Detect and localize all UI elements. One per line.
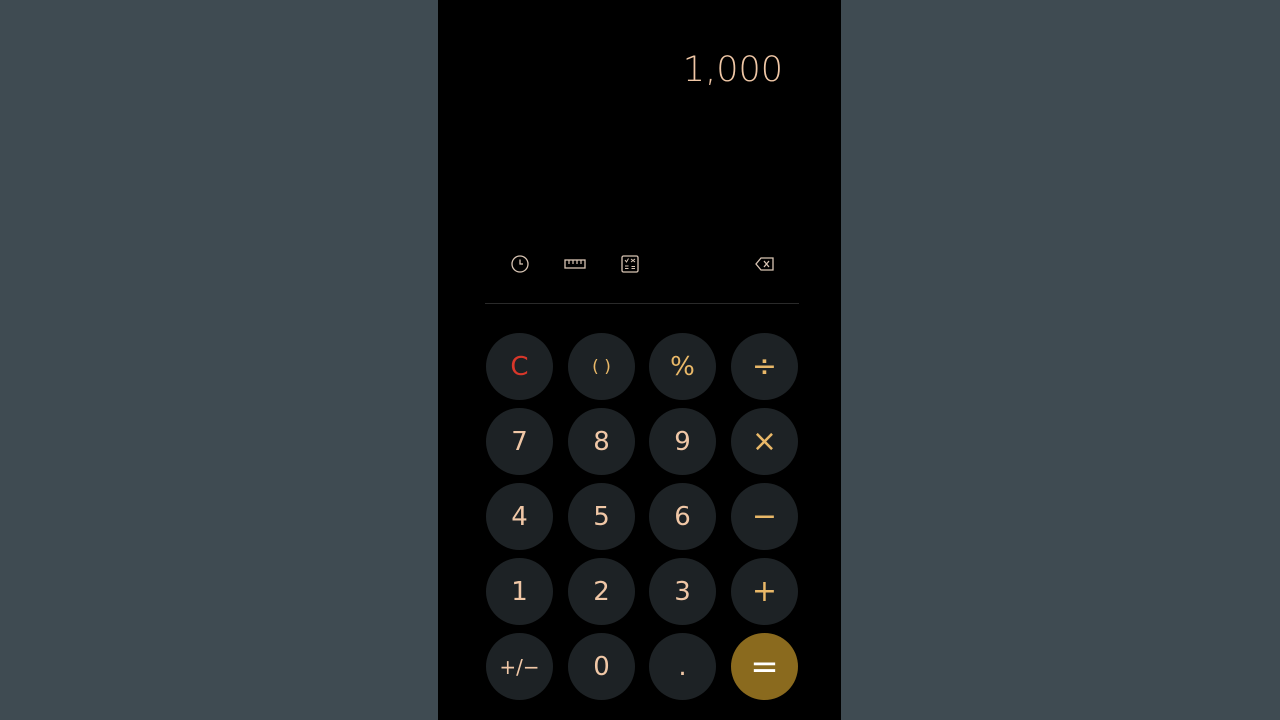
- ruler-icon[interactable]: [563, 252, 587, 276]
- digit-6-button[interactable]: 6: [649, 483, 716, 550]
- result-display: 1,000: [682, 50, 783, 90]
- subtract-button[interactable]: −: [731, 483, 798, 550]
- equals-button[interactable]: =: [731, 633, 798, 700]
- digit-7-button[interactable]: 7: [486, 408, 553, 475]
- add-button[interactable]: +: [731, 558, 798, 625]
- digit-9-button[interactable]: 9: [649, 408, 716, 475]
- calculator-toolbar: [438, 250, 841, 278]
- digit-2-button[interactable]: 2: [568, 558, 635, 625]
- digit-3-button[interactable]: 3: [649, 558, 716, 625]
- digit-4-button[interactable]: 4: [486, 483, 553, 550]
- decimal-point-button[interactable]: .: [649, 633, 716, 700]
- clock-icon[interactable]: [508, 252, 532, 276]
- digit-1-button[interactable]: 1: [486, 558, 553, 625]
- right-backdrop: [841, 0, 1280, 720]
- digit-5-button[interactable]: 5: [568, 483, 635, 550]
- parentheses-button[interactable]: ( ): [568, 333, 635, 400]
- toolbar-divider: [485, 303, 799, 304]
- divide-button[interactable]: ÷: [731, 333, 798, 400]
- digit-8-button[interactable]: 8: [568, 408, 635, 475]
- clear-button[interactable]: C: [486, 333, 553, 400]
- scientific-calc-icon[interactable]: [618, 252, 642, 276]
- sign-toggle-button[interactable]: +/−: [486, 633, 553, 700]
- left-backdrop: [0, 0, 438, 720]
- percent-button[interactable]: %: [649, 333, 716, 400]
- backspace-icon[interactable]: [753, 252, 777, 276]
- calculator-app: 1,000 C ( ) % ÷ 7 8 9 × 4 5 6 − 1 2 3 + …: [438, 0, 841, 720]
- digit-0-button[interactable]: 0: [568, 633, 635, 700]
- multiply-button[interactable]: ×: [731, 408, 798, 475]
